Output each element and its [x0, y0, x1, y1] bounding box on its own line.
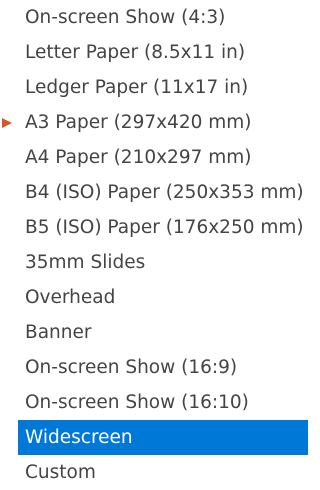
menu-item-banner[interactable]: Banner — [18, 315, 308, 350]
menu-item-on-screen-show-16-10[interactable]: On-screen Show (16:10) — [18, 385, 308, 420]
menu-item-a3-paper[interactable]: A3 Paper (297x420 mm) — [18, 105, 308, 140]
menu-item-b5-iso-paper[interactable]: B5 (ISO) Paper (176x250 mm) — [18, 210, 308, 245]
menu-item-overhead[interactable]: Overhead — [18, 280, 308, 315]
menu-item-on-screen-show-4-3[interactable]: On-screen Show (4:3) — [18, 0, 308, 35]
menu-item-letter-paper[interactable]: Letter Paper (8.5x11 in) — [18, 35, 308, 70]
slide-size-options-list: On-screen Show (4:3) Letter Paper (8.5x1… — [18, 0, 308, 490]
slide-size-dropdown: On-screen Show (4:3) Letter Paper (8.5x1… — [18, 0, 308, 483]
triangle-right-icon — [2, 118, 12, 128]
menu-item-custom[interactable]: Custom — [18, 455, 308, 490]
menu-item-35mm-slides[interactable]: 35mm Slides — [18, 245, 308, 280]
menu-item-ledger-paper[interactable]: Ledger Paper (11x17 in) — [18, 70, 308, 105]
menu-item-widescreen[interactable]: Widescreen — [18, 420, 308, 455]
menu-item-on-screen-show-16-9[interactable]: On-screen Show (16:9) — [18, 350, 308, 385]
menu-item-a4-paper[interactable]: A4 Paper (210x297 mm) — [18, 140, 308, 175]
menu-item-b4-iso-paper[interactable]: B4 (ISO) Paper (250x353 mm) — [18, 175, 308, 210]
